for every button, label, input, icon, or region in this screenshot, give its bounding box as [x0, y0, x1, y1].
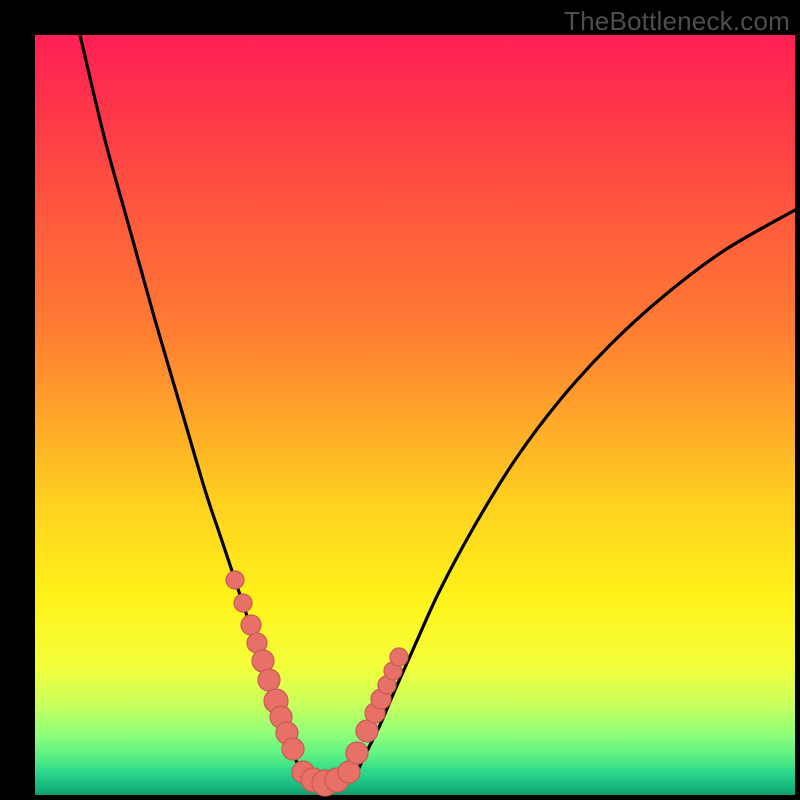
marker-point [226, 571, 244, 589]
plot-area [35, 35, 795, 795]
marker-point [282, 738, 304, 760]
marker-point [258, 669, 280, 691]
watermark-text: TheBottleneck.com [564, 6, 790, 37]
curve-svg [35, 35, 795, 795]
marker-point [234, 594, 252, 612]
chart-frame: TheBottleneck.com [0, 0, 800, 800]
marker-point [390, 648, 408, 666]
marker-point [241, 615, 261, 635]
marker-points [226, 571, 408, 796]
bottleneck-curve [80, 35, 795, 784]
marker-point [346, 742, 368, 764]
